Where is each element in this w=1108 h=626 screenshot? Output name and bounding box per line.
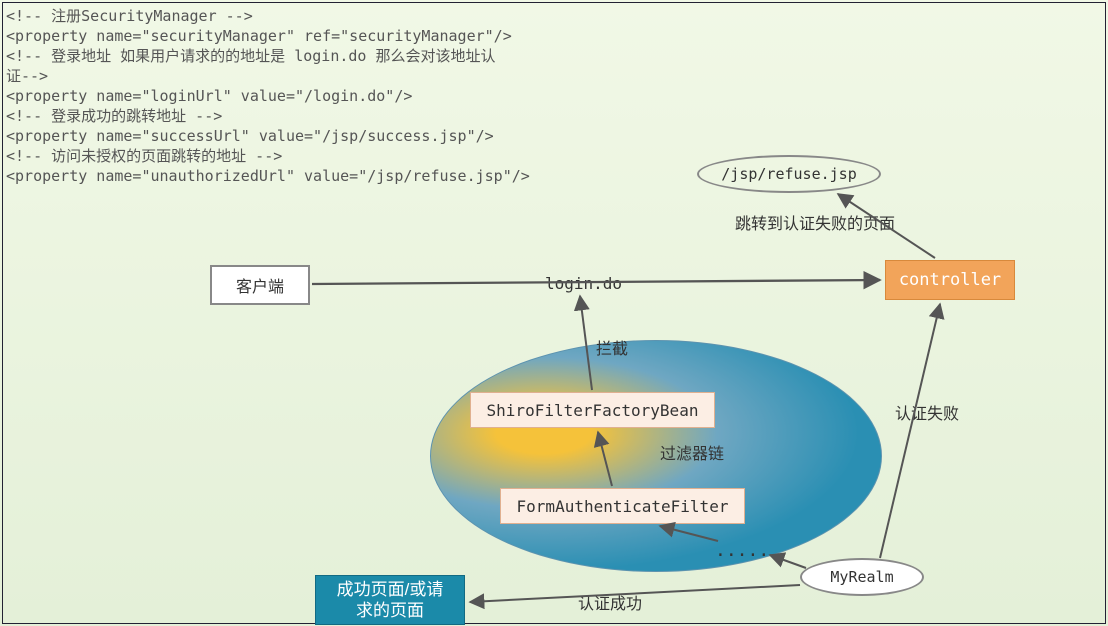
form-auth-box: FormAuthenticateFilter	[500, 488, 745, 524]
success-page-label: 成功页面/或请 求的页面	[337, 579, 444, 622]
login-do-label: login.do	[545, 274, 622, 293]
client-label: 客户端	[236, 273, 284, 297]
xml-code-block: <!-- 注册SecurityManager --> <property nam…	[6, 6, 530, 186]
myrealm-label: MyRealm	[830, 568, 893, 586]
controller-box: controller	[885, 260, 1015, 300]
refuse-jsp-ellipse: /jsp/refuse.jsp	[697, 155, 881, 193]
auth-success-label: 认证成功	[578, 590, 642, 614]
filter-chain-label: 过滤器链	[660, 440, 724, 464]
filter-chain-ellipse	[430, 340, 882, 572]
form-auth-label: FormAuthenticateFilter	[517, 497, 729, 516]
dots-label: .....	[715, 540, 769, 561]
to-fail-page-label: 跳转到认证失败的页面	[735, 210, 895, 234]
intercept-label: 拦截	[596, 335, 628, 359]
controller-label: controller	[899, 270, 1001, 290]
success-page-box: 成功页面/或请 求的页面	[315, 575, 465, 625]
shiro-factory-label: ShiroFilterFactoryBean	[487, 401, 699, 420]
myrealm-ellipse: MyRealm	[800, 558, 924, 596]
refuse-jsp-label: /jsp/refuse.jsp	[721, 165, 856, 183]
client-box: 客户端	[210, 265, 310, 305]
auth-fail-label: 认证失败	[895, 400, 959, 424]
shiro-factory-box: ShiroFilterFactoryBean	[470, 392, 715, 428]
